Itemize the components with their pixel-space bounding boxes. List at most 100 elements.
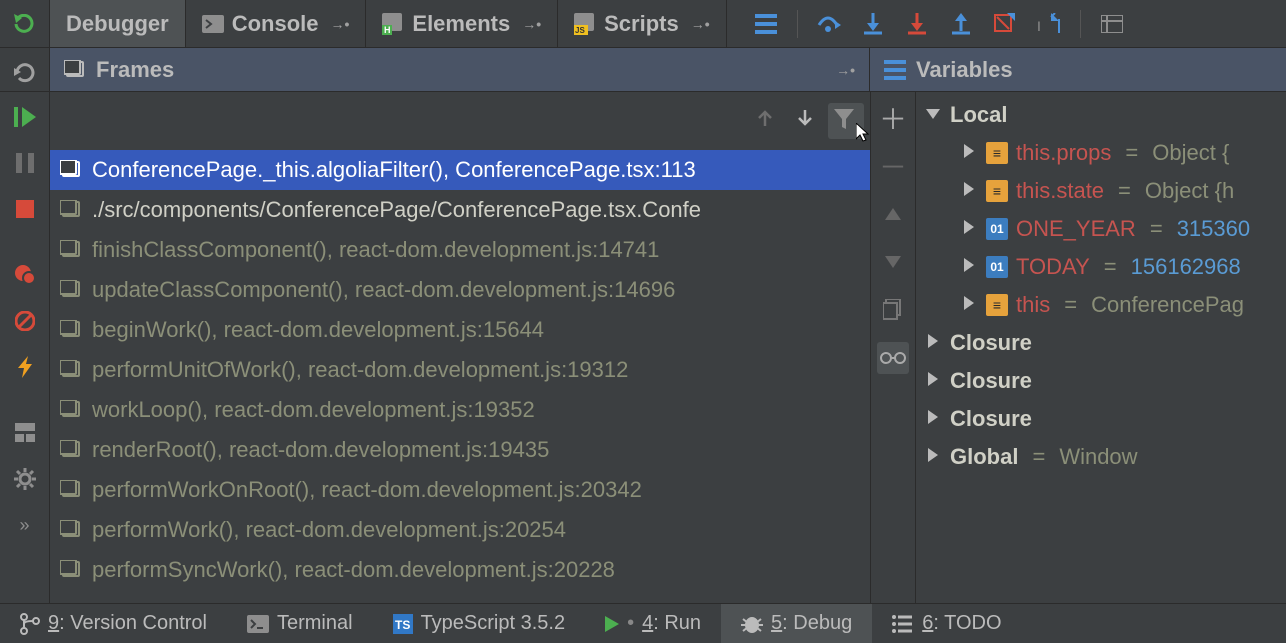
- caret-right-icon: [924, 372, 942, 391]
- evaluate-expression-button[interactable]: [1099, 11, 1125, 37]
- more-button[interactable]: »: [6, 506, 44, 544]
- refresh-button[interactable]: [6, 54, 44, 91]
- frame-text: performWorkOnRoot(), react-dom.developme…: [92, 477, 642, 503]
- panel-header-row: Frames →• Variables: [0, 48, 1286, 92]
- variable-value: 315360: [1177, 216, 1250, 242]
- frame-item[interactable]: performSyncWork(), react-dom.development…: [50, 550, 870, 590]
- variable-name: this.props: [1016, 140, 1111, 166]
- show-threads-button[interactable]: [753, 11, 779, 37]
- get-thread-dump-button[interactable]: [6, 348, 44, 386]
- frame-item[interactable]: ConferencePage._this.algoliaFilter(), Co…: [50, 150, 870, 190]
- view-breakpoints-button[interactable]: [6, 256, 44, 294]
- frame-item[interactable]: performWork(), react-dom.development.js:…: [50, 510, 870, 550]
- debug-toolbar: [727, 0, 1151, 47]
- pin-icon: →•: [522, 16, 541, 32]
- run-to-cursor-button[interactable]: [1036, 11, 1062, 37]
- frame-item[interactable]: ./src/components/ConferencePage/Conferen…: [50, 190, 870, 230]
- tab-scripts[interactable]: Scripts →•: [558, 0, 727, 47]
- frame-text: ConferencePage._this.algoliaFilter(), Co…: [92, 157, 696, 183]
- tool-todo[interactable]: 6: TODO: [872, 604, 1021, 643]
- tab-elements[interactable]: Elements →•: [366, 0, 558, 47]
- branch-icon: [20, 613, 40, 635]
- stop-button[interactable]: [6, 190, 44, 228]
- step-over-button[interactable]: [816, 11, 842, 37]
- scope-row[interactable]: Closure: [916, 400, 1286, 438]
- variables-panel-header[interactable]: Variables: [870, 48, 1286, 91]
- frame-item[interactable]: beginWork(), react-dom.development.js:15…: [50, 310, 870, 350]
- tool-debug[interactable]: 5: Debug: [721, 604, 872, 643]
- tool-version-control[interactable]: 9: Version Control: [0, 604, 227, 643]
- scope-local[interactable]: Local: [916, 96, 1286, 134]
- stack-frame-icon: [60, 280, 82, 300]
- frame-text: performWork(), react-dom.development.js:…: [92, 517, 566, 543]
- force-step-into-button[interactable]: [904, 11, 930, 37]
- frame-item[interactable]: performWorkOnRoot(), react-dom.developme…: [50, 470, 870, 510]
- scope-row[interactable]: Closure: [916, 362, 1286, 400]
- tool-typescript[interactable]: TypeScript 3.5.2: [373, 604, 586, 643]
- watch-down-button[interactable]: [877, 246, 909, 278]
- rerun-button[interactable]: [6, 6, 44, 44]
- variable-row[interactable]: ≡this.props=Object {: [916, 134, 1286, 172]
- tab-console[interactable]: Console →•: [186, 0, 367, 47]
- resume-button[interactable]: [6, 98, 44, 136]
- frame-text: workLoop(), react-dom.development.js:193…: [92, 397, 535, 423]
- scope-name: Global: [950, 444, 1018, 470]
- frame-item[interactable]: updateClassComponent(), react-dom.develo…: [50, 270, 870, 310]
- console-icon: [202, 15, 224, 33]
- variable-row[interactable]: ≡this.state=Object {h: [916, 172, 1286, 210]
- stack-frame-icon: [60, 360, 82, 380]
- scope-row[interactable]: Closure: [916, 324, 1286, 362]
- scope-name: Closure: [950, 406, 1032, 432]
- variable-row[interactable]: 01ONE_YEAR=315360: [916, 210, 1286, 248]
- variable-row[interactable]: 01TODAY=156162968: [916, 248, 1286, 286]
- separator: [797, 10, 798, 38]
- left-gutter-top: [0, 0, 50, 47]
- stack-frame-icon: [60, 480, 82, 500]
- caret-right-icon: [960, 182, 978, 201]
- remove-watch-button[interactable]: －: [877, 150, 909, 182]
- layout-button[interactable]: [6, 414, 44, 452]
- tool-terminal[interactable]: Terminal: [227, 604, 373, 643]
- separator: [1080, 10, 1081, 38]
- frame-down-button[interactable]: [788, 104, 822, 138]
- frame-item[interactable]: performUnitOfWork(), react-dom.developme…: [50, 350, 870, 390]
- variables-panel: Local ≡this.props=Object {≡this.state=Ob…: [916, 92, 1286, 603]
- settings-button[interactable]: [6, 460, 44, 498]
- frame-text: updateClassComponent(), react-dom.develo…: [92, 277, 675, 303]
- frame-item[interactable]: workLoop(), react-dom.development.js:193…: [50, 390, 870, 430]
- duplicate-watch-button[interactable]: [877, 294, 909, 326]
- step-into-button[interactable]: [860, 11, 886, 37]
- filter-frames-button[interactable]: [828, 103, 864, 139]
- stack-frame-icon: [60, 200, 82, 220]
- step-out-button[interactable]: [948, 11, 974, 37]
- pin-icon[interactable]: →•: [836, 62, 855, 78]
- scope-row[interactable]: Global = Window: [916, 438, 1286, 476]
- pin-icon: →•: [691, 16, 710, 32]
- mute-breakpoints-button[interactable]: [6, 302, 44, 340]
- stack-frame-icon: [60, 440, 82, 460]
- tab-elements-label: Elements: [412, 11, 510, 37]
- caret-down-icon: [924, 106, 942, 124]
- add-watch-button[interactable]: ＋: [877, 102, 909, 134]
- number-icon: 01: [986, 218, 1008, 240]
- variable-row[interactable]: ≡this=ConferencePag: [916, 286, 1286, 324]
- scripts-icon: [574, 13, 596, 35]
- object-icon: ≡: [986, 142, 1008, 164]
- watch-up-button[interactable]: [877, 198, 909, 230]
- frame-text: beginWork(), react-dom.development.js:15…: [92, 317, 544, 343]
- frame-up-button[interactable]: [748, 104, 782, 138]
- bug-icon: [741, 613, 763, 635]
- tool-run[interactable]: • 4: Run: [585, 604, 721, 643]
- frames-list[interactable]: ConferencePage._this.algoliaFilter(), Co…: [50, 150, 870, 603]
- stack-frame-icon: [60, 320, 82, 340]
- frame-item[interactable]: renderRoot(), react-dom.development.js:1…: [50, 430, 870, 470]
- caret-right-icon: [960, 296, 978, 315]
- frame-item[interactable]: finishClassComponent(), react-dom.develo…: [50, 230, 870, 270]
- drop-frame-button[interactable]: [992, 11, 1018, 37]
- pause-button[interactable]: [6, 144, 44, 182]
- tab-debugger[interactable]: Debugger: [50, 0, 186, 47]
- todo-icon: [892, 614, 914, 634]
- frames-panel-header[interactable]: Frames →•: [50, 48, 870, 91]
- show-watches-button[interactable]: [877, 342, 909, 374]
- object-icon: ≡: [986, 294, 1008, 316]
